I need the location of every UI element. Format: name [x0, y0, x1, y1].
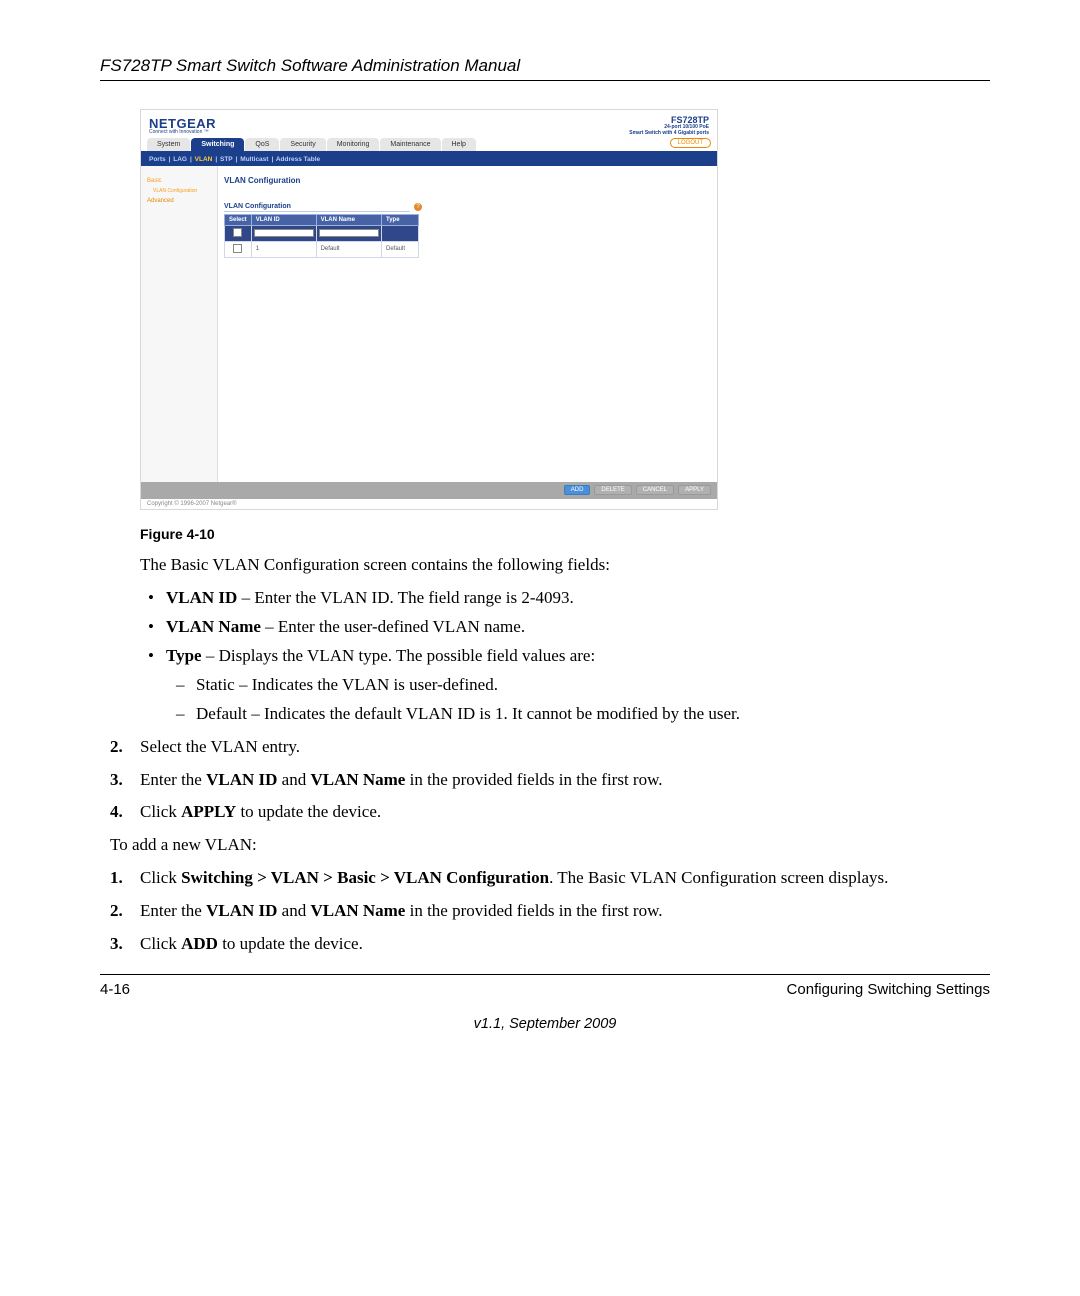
- th-vlan-name: VLAN Name: [316, 214, 381, 225]
- input-vlan-id[interactable]: [254, 229, 314, 237]
- header-rule: [100, 80, 990, 81]
- select-all-checkbox[interactable]: [233, 228, 242, 237]
- step-a-2: Select the VLAN entry.: [100, 736, 990, 759]
- type-sublist: Static – Indicates the VLAN is user-defi…: [166, 674, 990, 726]
- figure-caption: Figure 4-10: [140, 526, 990, 542]
- tab-security[interactable]: Security: [280, 138, 325, 151]
- panel-subtitle-row: VLAN Configuration ?: [224, 203, 422, 212]
- leftnav-vlan-config[interactable]: VLAN Configuration: [153, 188, 213, 194]
- leftnav-basic[interactable]: Basic: [147, 178, 213, 184]
- leftnav-advanced[interactable]: Advanced: [147, 198, 213, 204]
- subnav-ports[interactable]: Ports: [149, 156, 166, 163]
- subnav-lag[interactable]: LAG: [173, 156, 187, 163]
- left-nav: Basic VLAN Configuration Advanced: [141, 166, 218, 482]
- th-type: Type: [382, 214, 419, 225]
- subnav-stp[interactable]: STP: [220, 156, 233, 163]
- subnav-vlan[interactable]: VLAN: [195, 156, 213, 163]
- table-input-row: [225, 225, 419, 241]
- vlan-table: Select VLAN ID VLAN Name Type 1: [224, 214, 419, 258]
- step-a-3: Enter the VLAN ID and VLAN Name in the p…: [100, 769, 990, 792]
- cell-vlan-name: Default: [316, 241, 381, 257]
- sub-default: Default – Indicates the default VLAN ID …: [166, 703, 990, 726]
- figure-wrap: NETGEAR Connect with Innovation ™ FS728T…: [140, 109, 990, 510]
- step-b-3: Click ADD to update the device.: [100, 933, 990, 956]
- label-type: Type: [166, 646, 202, 665]
- label-vlan-id: VLAN ID: [166, 588, 237, 607]
- copyright-text: Copyright © 1996-2007 Netgear®: [141, 499, 717, 509]
- cell-vlan-id: 1: [251, 241, 316, 257]
- step-b-1: Click Switching > VLAN > Basic > VLAN Co…: [100, 867, 990, 890]
- table-row: 1 Default Default: [225, 241, 419, 257]
- tab-qos[interactable]: QoS: [245, 138, 279, 151]
- logout-button[interactable]: LOGOUT: [670, 138, 711, 148]
- step-a-4: Click APPLY to update the device.: [100, 801, 990, 824]
- step-b-2: Enter the VLAN ID and VLAN Name in the p…: [100, 900, 990, 923]
- tab-maintenance[interactable]: Maintenance: [380, 138, 440, 151]
- delete-button[interactable]: DELETE: [594, 485, 631, 495]
- content-area: VLAN Configuration VLAN Configuration ? …: [218, 166, 717, 482]
- main-tabs: System Switching QoS Security Monitoring…: [147, 138, 477, 151]
- intro-paragraph: The Basic VLAN Configuration screen cont…: [140, 554, 990, 577]
- action-bar: ADD DELETE CANCEL APPLY: [141, 482, 717, 499]
- version-footer: v1.1, September 2009: [100, 1016, 990, 1032]
- to-add-heading: To add a new VLAN:: [110, 834, 990, 857]
- th-select: Select: [225, 214, 252, 225]
- tab-system[interactable]: System: [147, 138, 190, 151]
- steps-list-a: Select the VLAN entry. Enter the VLAN ID…: [100, 736, 990, 825]
- bullet-type: Type – Displays the VLAN type. The possi…: [140, 645, 990, 726]
- label-vlan-name: VLAN Name: [166, 617, 261, 636]
- panel-subtitle: VLAN Configuration: [224, 203, 410, 212]
- netgear-screenshot: NETGEAR Connect with Innovation ™ FS728T…: [140, 109, 718, 510]
- main-tabs-row: System Switching QoS Security Monitoring…: [141, 138, 717, 153]
- bullet-vlan-name: VLAN Name – Enter the user-defined VLAN …: [140, 616, 990, 639]
- brand-tagline: Connect with Innovation ™: [149, 129, 216, 135]
- panel-title: VLAN Configuration: [224, 176, 709, 185]
- figure-body: Basic VLAN Configuration Advanced VLAN C…: [141, 166, 717, 482]
- tab-monitoring[interactable]: Monitoring: [327, 138, 380, 151]
- add-button[interactable]: ADD: [564, 485, 591, 495]
- field-bullets: VLAN ID – Enter the VLAN ID. The field r…: [140, 587, 990, 726]
- tab-switching[interactable]: Switching: [191, 138, 244, 151]
- cancel-button[interactable]: CANCEL: [636, 485, 674, 495]
- desc-vlan-name: – Enter the user-defined VLAN name.: [261, 617, 525, 636]
- page-number: 4-16: [100, 981, 130, 998]
- help-icon[interactable]: ?: [414, 203, 422, 211]
- doc-header-title: FS728TP Smart Switch Software Administra…: [100, 56, 990, 76]
- table-header-row: Select VLAN ID VLAN Name Type: [225, 214, 419, 225]
- cell-type: Default: [382, 241, 419, 257]
- figure-header: NETGEAR Connect with Innovation ™ FS728T…: [141, 110, 717, 138]
- subnav-bar: Ports| LAG| VLAN| STP| Multicast| Addres…: [141, 153, 717, 166]
- bullet-vlan-id: VLAN ID – Enter the VLAN ID. The field r…: [140, 587, 990, 610]
- desc-vlan-id: – Enter the VLAN ID. The field range is …: [237, 588, 573, 607]
- subnav-address-table[interactable]: Address Table: [276, 156, 320, 163]
- footer-rule: [100, 974, 990, 975]
- model-block: FS728TP 24-port 10/100 PoE Smart Switch …: [629, 116, 709, 136]
- sub-static: Static – Indicates the VLAN is user-defi…: [166, 674, 990, 697]
- section-name: Configuring Switching Settings: [787, 981, 990, 998]
- subnav-multicast[interactable]: Multicast: [240, 156, 268, 163]
- steps-list-b: Click Switching > VLAN > Basic > VLAN Co…: [100, 867, 990, 956]
- th-vlan-id: VLAN ID: [251, 214, 316, 225]
- apply-button[interactable]: APPLY: [678, 485, 711, 495]
- desc-type: – Displays the VLAN type. The possible f…: [202, 646, 596, 665]
- brand-block: NETGEAR Connect with Innovation ™: [149, 116, 216, 135]
- model-desc-2: Smart Switch with 4 Gigabit ports: [629, 131, 709, 136]
- tab-help[interactable]: Help: [442, 138, 476, 151]
- footer-row: 4-16 Configuring Switching Settings: [100, 981, 990, 998]
- row-checkbox[interactable]: [233, 244, 242, 253]
- input-vlan-name[interactable]: [319, 229, 379, 237]
